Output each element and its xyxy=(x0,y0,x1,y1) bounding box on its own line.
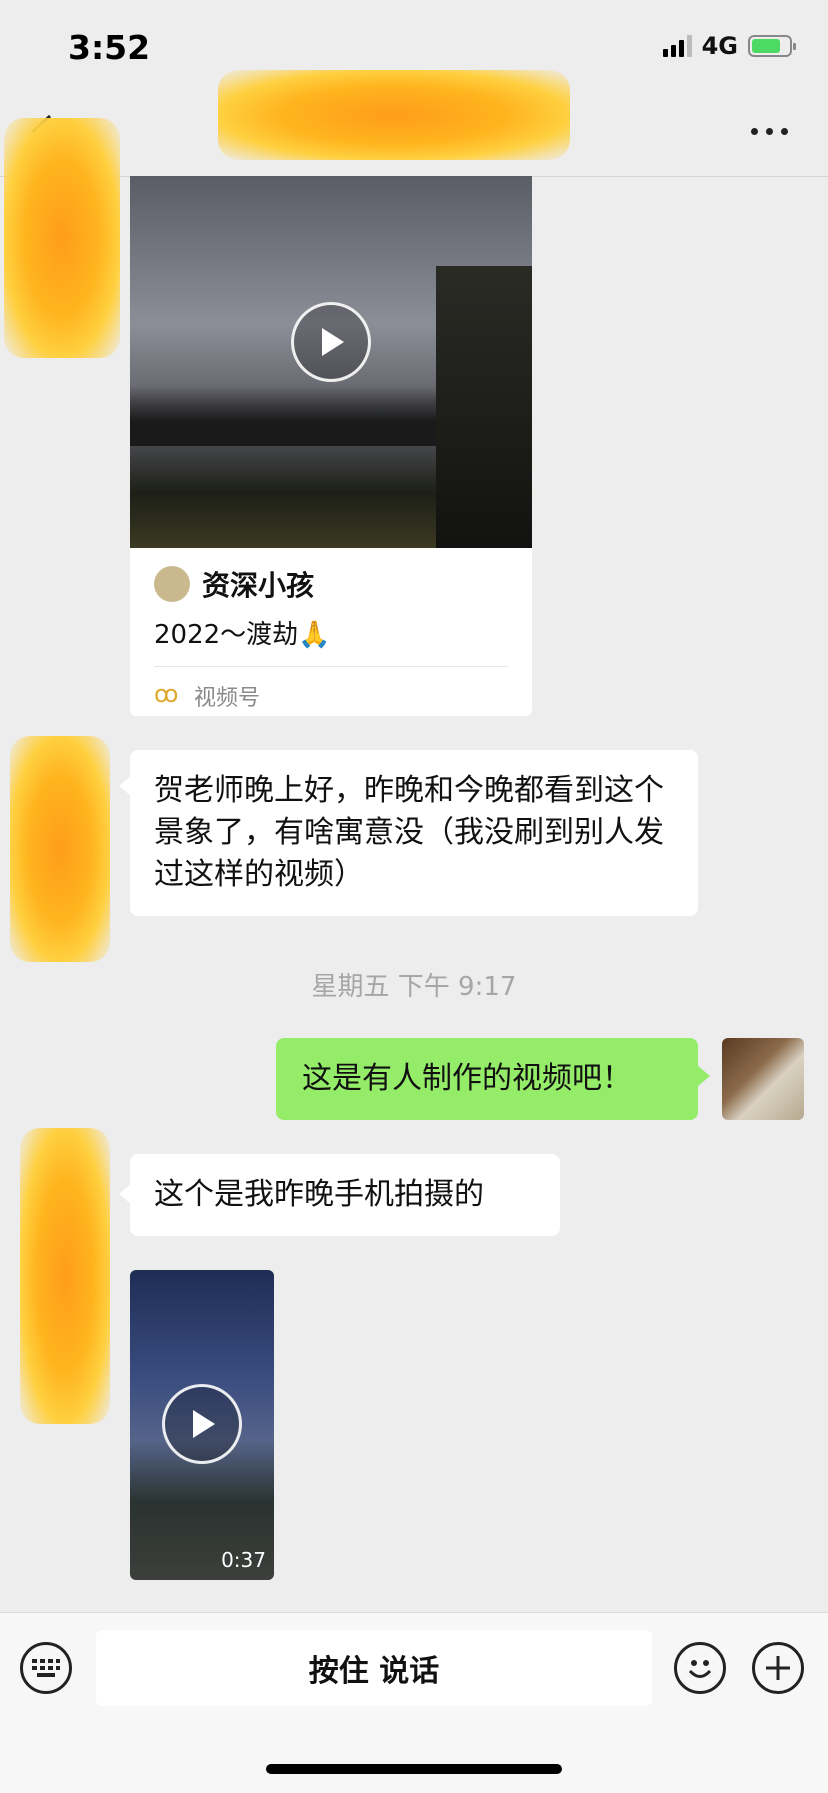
signal-icon xyxy=(662,35,692,57)
sender-avatar-redacted[interactable] xyxy=(20,1128,110,1424)
keyboard-icon[interactable] xyxy=(20,1642,72,1694)
outgoing-message[interactable]: 这是有人制作的视频吧！ xyxy=(276,1038,698,1120)
emoji-glyph xyxy=(688,1660,712,1678)
network-type: 4G xyxy=(701,32,738,60)
channels-video-card[interactable]: 资深小孩 2022～渡劫🙏 ꝏ 视频号 xyxy=(130,176,532,716)
battery-icon xyxy=(748,35,796,57)
keyboard-glyph xyxy=(32,1659,60,1677)
sender-avatar-redacted[interactable] xyxy=(10,736,110,962)
channels-source-label: 视频号 xyxy=(194,686,261,711)
hold-to-talk-button[interactable]: 按住 说话 xyxy=(96,1630,652,1706)
channels-logo-icon: ꝏ xyxy=(154,680,179,708)
my-avatar[interactable] xyxy=(722,1038,804,1120)
home-indicator xyxy=(266,1764,562,1774)
incoming-video[interactable]: 0:37 xyxy=(130,1270,274,1580)
more-options-icon[interactable] xyxy=(751,128,788,135)
add-icon[interactable] xyxy=(752,1642,804,1694)
incoming-message[interactable]: 这个是我昨晚手机拍摄的 xyxy=(130,1154,560,1236)
card-divider xyxy=(154,666,508,667)
plus-glyph xyxy=(766,1656,790,1680)
chat-title-redacted xyxy=(218,70,570,160)
card-author: 资深小孩 xyxy=(202,569,315,602)
message-timestamp: 星期五 下午 9:17 xyxy=(311,972,517,1002)
incoming-message[interactable]: 贺老师晚上好，昨晚和今晚都看到这个景象了，有啥寓意没（我没刷到别人发过这样的视频… xyxy=(130,750,698,916)
bubble-tail xyxy=(698,1066,710,1086)
video-duration: 0:37 xyxy=(221,1548,266,1572)
author-avatar xyxy=(154,566,190,602)
emoji-icon[interactable] xyxy=(674,1642,726,1694)
sender-avatar-redacted[interactable] xyxy=(4,118,120,358)
play-icon[interactable] xyxy=(162,1384,242,1464)
card-description: 2022～渡劫🙏 xyxy=(154,620,331,650)
play-icon[interactable] xyxy=(291,302,371,382)
status-indicators: 4G xyxy=(662,32,796,60)
building xyxy=(436,266,532,548)
status-time: 3:52 xyxy=(68,28,151,67)
video-thumbnail[interactable] xyxy=(130,176,532,548)
city-skyline xyxy=(130,386,436,446)
